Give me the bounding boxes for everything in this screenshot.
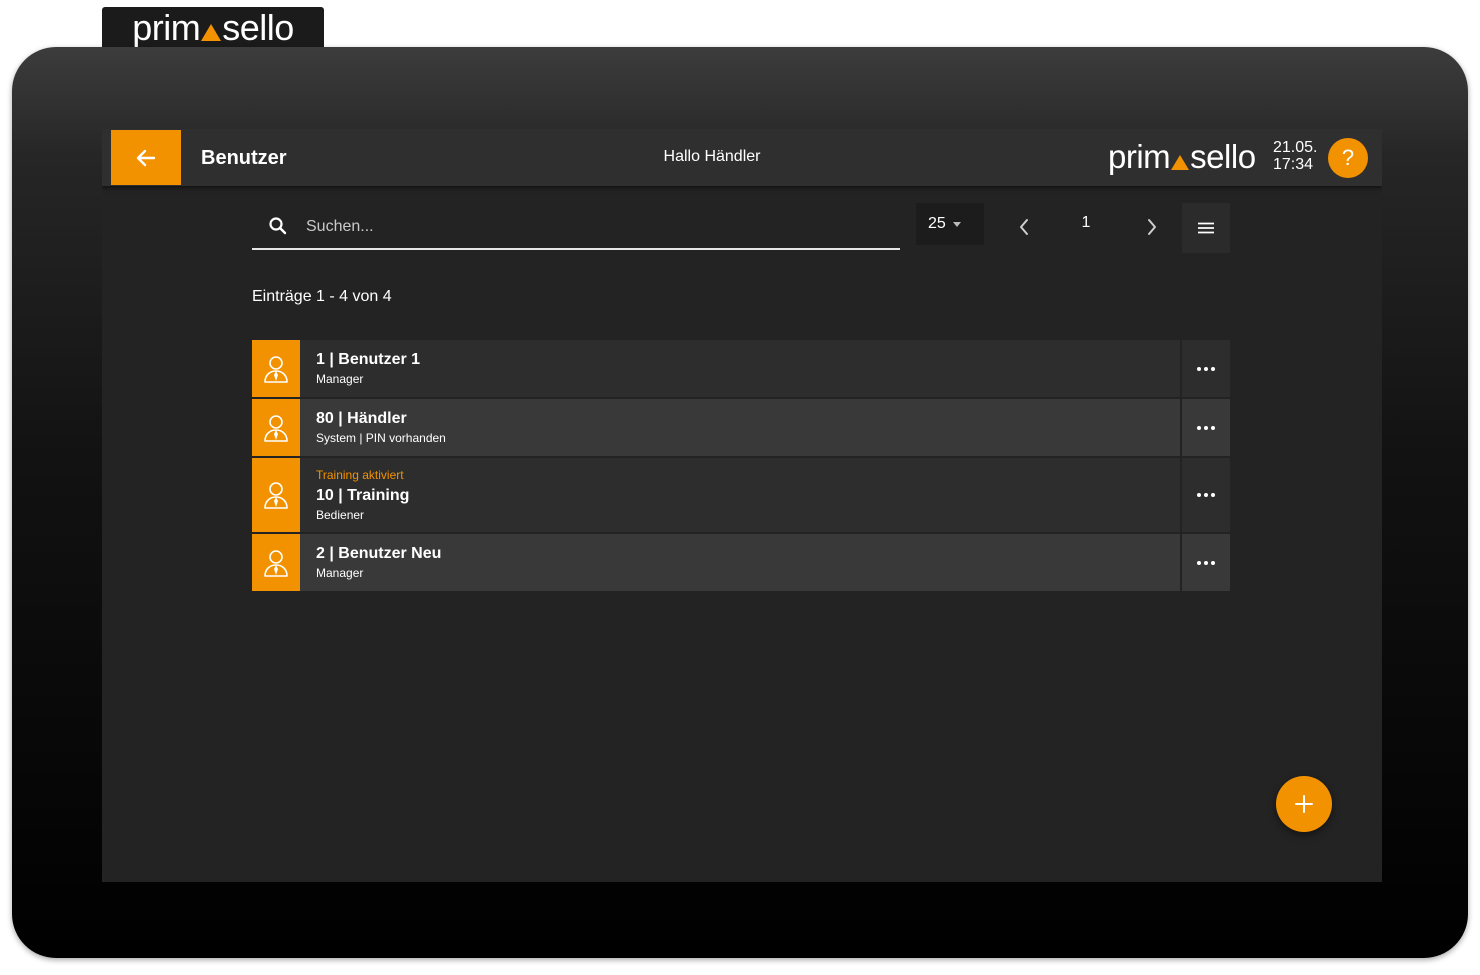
date-time: 21.05. 17:34 [1273,139,1317,173]
prev-page-button[interactable] [1002,205,1046,249]
list-item-title: 80 | Händler [316,410,407,427]
app-screen: Benutzer Hallo Händler prim sello 21.05. … [102,129,1382,882]
date-text: 21.05. [1273,139,1318,156]
help-icon: ? [1341,145,1355,170]
avatar [252,399,300,456]
current-page: 1 [1081,214,1091,231]
list-item-title: 1 | Benutzer 1 [316,351,421,368]
more-horizontal-icon [1197,425,1215,430]
user-icon [264,355,288,383]
list-item-content: Training aktiviert 10 | Training Bediene… [300,458,1180,532]
training-badge: Training aktiviert [316,468,404,482]
avatar [252,534,300,591]
logo-mark-icon [1171,154,1190,170]
page-size-select[interactable]: 25 [916,203,984,245]
more-options-button[interactable] [1182,458,1230,532]
more-horizontal-icon [1197,493,1215,497]
list-item[interactable]: 2 | Benutzer Neu Manager [252,534,1230,591]
brand-logo: prim sello [132,6,294,48]
add-user-button[interactable] [1276,776,1332,832]
avatar [252,340,300,397]
brand-tab: prim sello [102,7,324,48]
chevron-right-icon [1148,219,1156,235]
search-bar [252,206,900,250]
help-button[interactable]: ? [1328,138,1368,178]
user-list: 1 | Benutzer 1 Manager 80 | Händler Syst… [252,340,1230,593]
plus-icon [1295,795,1313,813]
list-item-subtitle: Bediener [316,508,365,522]
search-input[interactable] [304,212,888,242]
more-horizontal-icon [1197,560,1215,565]
list-item[interactable]: 80 | Händler System | PIN vorhanden [252,399,1230,456]
user-icon [264,482,288,509]
more-horizontal-icon [1197,366,1215,371]
list-item-content: 2 | Benutzer Neu Manager [300,534,1180,591]
list-item-subtitle: Manager [316,566,364,580]
list-item-subtitle: System | PIN vorhanden [316,431,446,445]
more-options-button[interactable] [1182,340,1230,397]
time-text: 17:34 [1273,156,1314,173]
more-options-button[interactable] [1182,399,1230,456]
list-item[interactable]: 1 | Benutzer 1 Manager [252,340,1230,397]
more-options-button[interactable] [1182,534,1230,591]
app-header: Benutzer Hallo Händler prim sello 21.05. … [102,129,1382,186]
next-page-button[interactable] [1130,205,1174,249]
user-icon [264,414,288,442]
avatar [252,458,300,532]
chevron-left-icon [1020,219,1028,235]
search-icon [269,217,287,235]
list-item-content: 80 | Händler System | PIN vorhanden [300,399,1180,456]
page-size-value: 25 [928,215,946,232]
list-item-content: 1 | Benutzer 1 Manager [300,340,1180,397]
list-item-title: 2 | Benutzer Neu [316,545,442,562]
list-item-subtitle: Manager [316,372,364,386]
user-icon [264,549,288,577]
list-item[interactable]: Training aktiviert 10 | Training Bediene… [252,458,1230,532]
header-logo: prim sello [1108,138,1256,175]
menu-button[interactable] [1182,203,1230,253]
logo-mark-icon [201,24,222,41]
entries-count: Einträge 1 - 4 von 4 [252,288,392,305]
caret-down-icon [952,221,961,227]
list-item-title: 10 | Training [316,487,410,504]
menu-icon [1198,222,1214,234]
